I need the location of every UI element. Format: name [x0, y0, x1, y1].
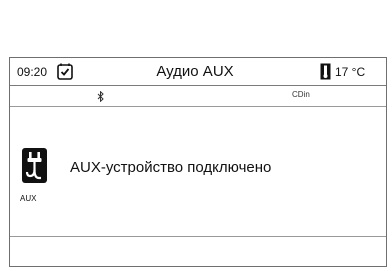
outside-temperature: 17 °C — [335, 65, 366, 79]
screen-title: Аудио AUX — [156, 63, 234, 80]
clock-time: 09:20 — [17, 65, 48, 79]
cd-in-indicator: CDin — [292, 90, 310, 99]
divider — [10, 236, 386, 237]
connection-message: AUX-устройство подключено — [70, 159, 272, 176]
thermometer-icon — [320, 63, 331, 80]
aux-cable-icon — [22, 148, 47, 183]
aux-icon-label: AUX — [20, 194, 37, 203]
infotainment-screen: 09:20 Аудио AUX 17 °C CDin AUX AUX-устро… — [9, 57, 387, 267]
source-indicator-bar: CDin — [10, 86, 386, 107]
status-bar: 09:20 Аудио AUX 17 °C — [10, 58, 386, 86]
clock-icon — [57, 63, 73, 80]
bluetooth-icon — [97, 91, 104, 102]
